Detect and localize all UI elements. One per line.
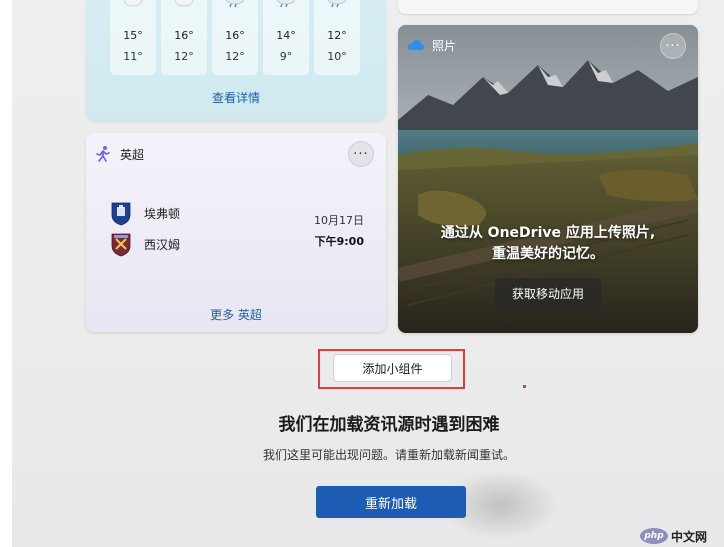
forecast-day: 16° 12°	[161, 0, 207, 75]
west-ham-crest-icon	[111, 233, 131, 257]
photos-message-line2: 重温美好的记忆。	[492, 246, 604, 262]
red-marker	[523, 385, 526, 388]
cloudy-icon	[174, 0, 194, 7]
high-temp: 15°	[123, 29, 143, 42]
rain-icon	[276, 0, 296, 8]
onedrive-cloud-icon	[407, 40, 425, 50]
match-date: 10月17日	[314, 214, 364, 227]
forecast-day: 14° 9°	[263, 0, 309, 75]
cloudy-icon	[123, 0, 143, 7]
home-team-row[interactable]: 埃弗顿	[108, 200, 308, 226]
low-temp: 12°	[174, 50, 194, 63]
watermark-badge: php	[640, 528, 668, 544]
high-temp: 16°	[174, 29, 194, 42]
runner-icon	[96, 146, 110, 162]
forecast-day: 15° 11°	[110, 0, 156, 75]
weather-card[interactable]: 15° 11° 16° 12° 16° 12° 14° 9° 12° 10° 查…	[86, 0, 386, 121]
sports-more-link[interactable]: 更多 英超	[86, 306, 386, 323]
left-edge	[0, 0, 12, 547]
home-team-name: 埃弗顿	[144, 207, 181, 221]
forecast-day: 12° 10°	[314, 0, 360, 75]
get-mobile-app-button[interactable]: 获取移动应用	[495, 278, 601, 308]
high-temp: 14°	[276, 29, 296, 42]
away-team-row[interactable]: 西汉姆	[108, 231, 308, 257]
low-temp: 11°	[123, 50, 143, 63]
low-temp: 9°	[279, 50, 293, 63]
everton-crest-icon	[111, 202, 131, 226]
photos-card[interactable]: 照片 ··· 通过从 OneDrive 应用上传照片, 重温美好的记忆。 获取移…	[398, 25, 698, 333]
rain-icon	[225, 0, 245, 8]
photos-card-title: 照片	[432, 39, 457, 53]
photos-message: 通过从 OneDrive 应用上传照片, 重温美好的记忆。	[398, 223, 698, 265]
match-time: 下午9:00	[314, 235, 364, 248]
weather-details-link[interactable]: 查看详情	[86, 89, 386, 106]
sports-card[interactable]: 英超 ··· 埃弗顿 西汉姆 10月17日 下午9:00 更多 英超	[86, 133, 386, 332]
add-widget-button[interactable]: 添加小组件	[333, 354, 452, 382]
rain-icon	[327, 0, 347, 8]
sports-more-options-button[interactable]: ···	[348, 141, 374, 167]
forecast-day: 16° 12°	[212, 0, 258, 75]
watermark: php 中文网	[640, 527, 707, 545]
error-description: 我们这里可能出现问题。请重新加载新闻重试。	[262, 448, 515, 462]
high-temp: 16°	[225, 29, 245, 42]
low-temp: 10°	[327, 50, 347, 63]
photos-message-line1: 通过从 OneDrive 应用上传照片,	[440, 225, 656, 241]
sports-card-title: 英超	[120, 148, 145, 162]
reload-button[interactable]: 重新加载	[316, 486, 466, 518]
low-temp: 12°	[225, 50, 245, 63]
high-temp: 12°	[327, 29, 347, 42]
away-team-name: 西汉姆	[144, 238, 181, 252]
watermark-text: 中文网	[671, 529, 708, 544]
error-title: 我们在加载资讯源时遇到困难	[278, 415, 500, 435]
photos-more-options-button[interactable]: ···	[660, 33, 686, 59]
top-right-card[interactable]	[398, 0, 698, 14]
